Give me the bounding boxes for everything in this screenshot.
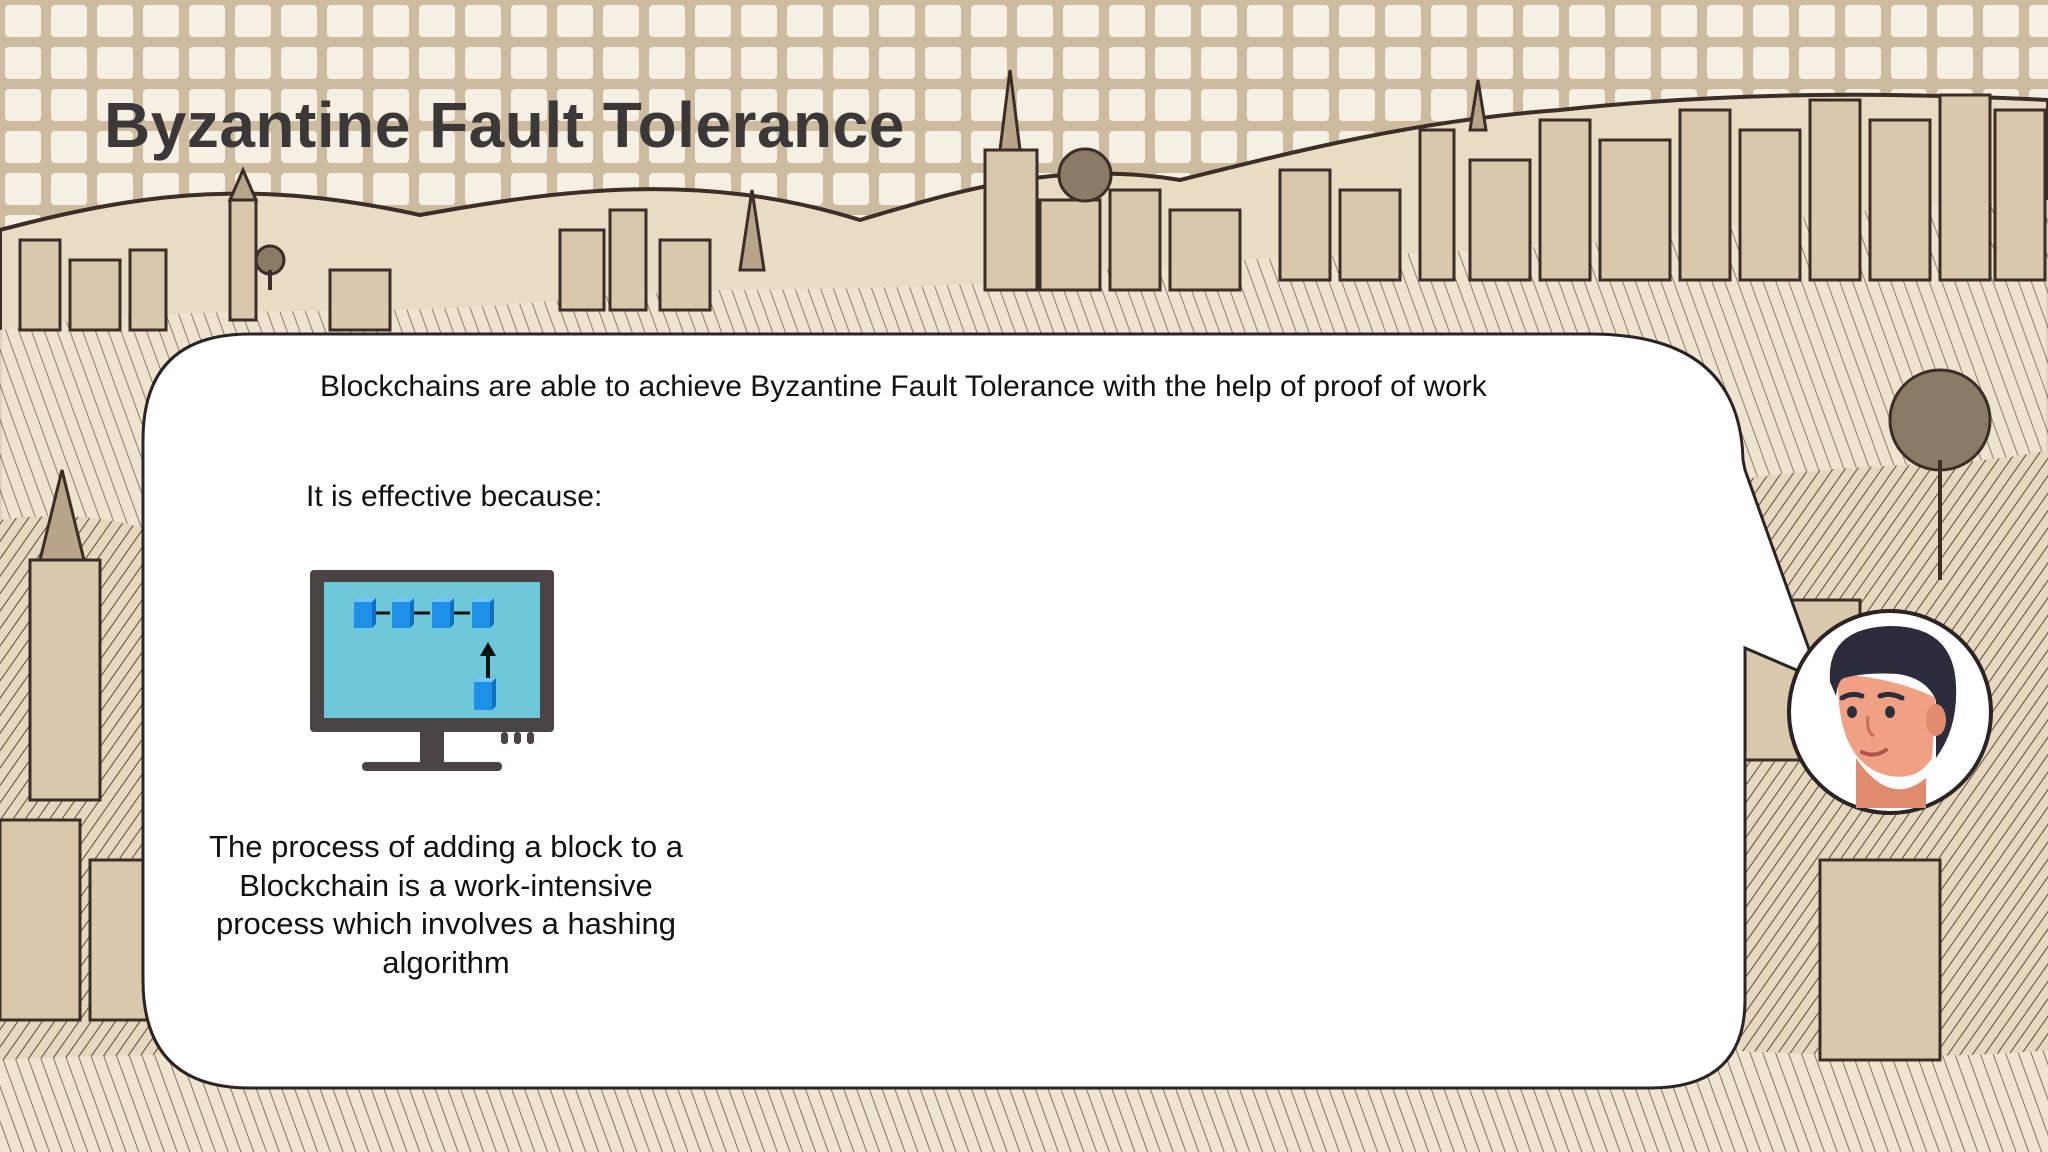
caption-text: The process of adding a block to a Block… — [209, 829, 683, 980]
presenter-avatar-icon — [1787, 609, 1993, 815]
new-block — [474, 678, 496, 710]
lead-text: Blockchains are able to achieve Byzantin… — [320, 370, 1487, 403]
blockchain-monitor-icon — [310, 570, 554, 771]
subheading-text: It is effective because: — [306, 480, 603, 513]
